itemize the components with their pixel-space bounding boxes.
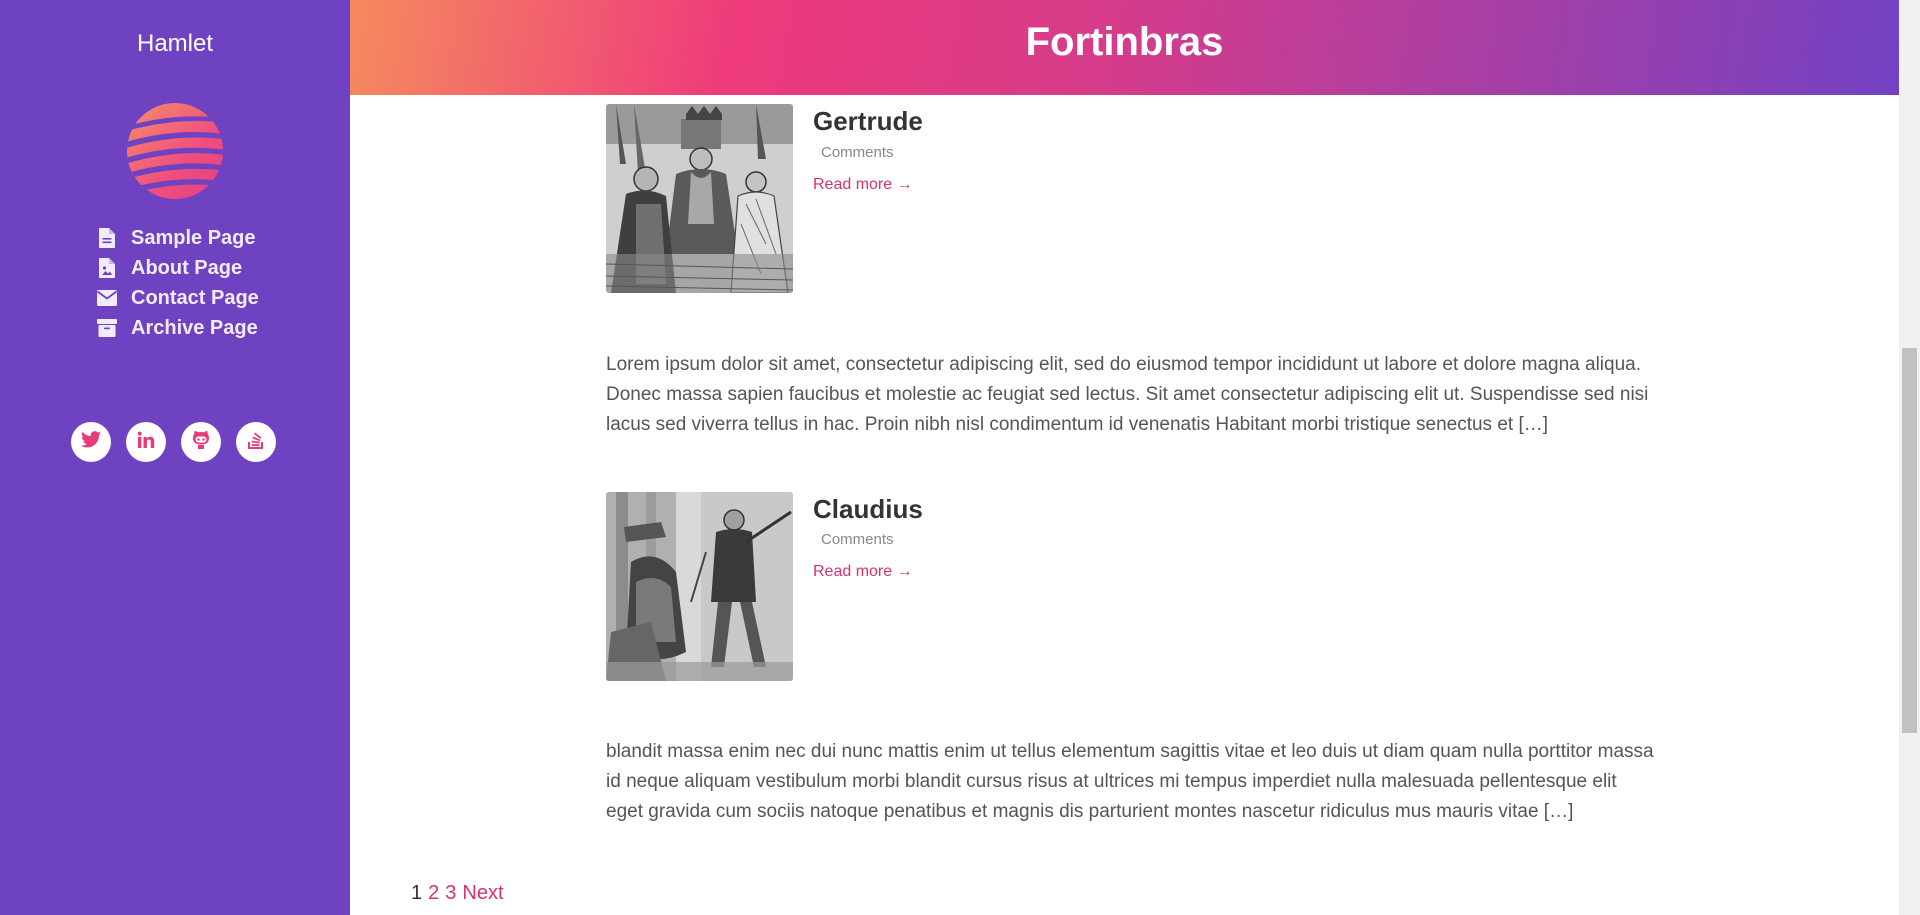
sidebar-item-label: Contact Page <box>131 286 259 309</box>
pagination: 1 2 3 Next <box>411 882 504 905</box>
file-icon <box>97 228 117 248</box>
sidebar-item-about-page[interactable]: About Page <box>97 253 347 283</box>
twitter-icon <box>81 431 101 453</box>
github-icon <box>191 430 211 454</box>
sidebar: Hamlet Sample Page About Page Contact Pa… <box>0 0 350 915</box>
archive-icon <box>97 318 117 338</box>
post-excerpt: Lorem ipsum dolor sit amet, consectetur … <box>606 354 1649 435</box>
file-image-icon <box>97 258 117 278</box>
post-excerpt: blandit massa enim nec dui nunc mattis e… <box>606 741 1654 822</box>
post-thumbnail[interactable] <box>606 104 793 293</box>
sidebar-item-sample-page[interactable]: Sample Page <box>97 223 347 253</box>
pagination-page-3[interactable]: 3 <box>445 882 456 905</box>
read-more-link[interactable]: Read more → <box>813 563 913 581</box>
stackoverflow-link[interactable] <box>236 422 276 462</box>
post-title[interactable]: Gertrude <box>813 106 923 137</box>
sidebar-item-label: Sample Page <box>131 226 256 249</box>
scrollbar[interactable] <box>1899 0 1920 915</box>
pagination-current-page: 1 <box>411 882 423 904</box>
post-thumbnail[interactable] <box>606 492 793 681</box>
read-more-link[interactable]: Read more → <box>813 176 913 194</box>
linkedin-icon <box>137 431 155 454</box>
post-title[interactable]: Claudius <box>813 494 923 525</box>
envelope-icon <box>97 288 117 308</box>
sidebar-item-archive-page[interactable]: Archive Page <box>97 313 347 343</box>
stackoverflow-icon <box>247 430 265 455</box>
site-logo[interactable] <box>126 102 224 200</box>
sidebar-item-label: Archive Page <box>131 316 258 339</box>
pagination-next-link[interactable]: Next <box>462 882 503 905</box>
twitter-link[interactable] <box>71 422 111 462</box>
sidebar-item-label: About Page <box>131 256 243 279</box>
github-link[interactable] <box>181 422 221 462</box>
linkedin-link[interactable] <box>126 422 166 462</box>
page-header: Fortinbras <box>350 0 1899 95</box>
social-links <box>71 422 276 462</box>
sidebar-item-contact-page[interactable]: Contact Page <box>97 283 347 313</box>
site-title[interactable]: Hamlet <box>0 30 350 58</box>
scrollbar-thumb[interactable] <box>1902 348 1917 733</box>
page-title[interactable]: Fortinbras <box>1026 20 1224 65</box>
post-comments-link[interactable]: Comments <box>821 144 894 161</box>
sidebar-nav: Sample Page About Page Contact Page Arch… <box>97 223 347 343</box>
post-comments-link[interactable]: Comments <box>821 531 894 548</box>
pagination-page-2[interactable]: 2 <box>428 882 439 905</box>
